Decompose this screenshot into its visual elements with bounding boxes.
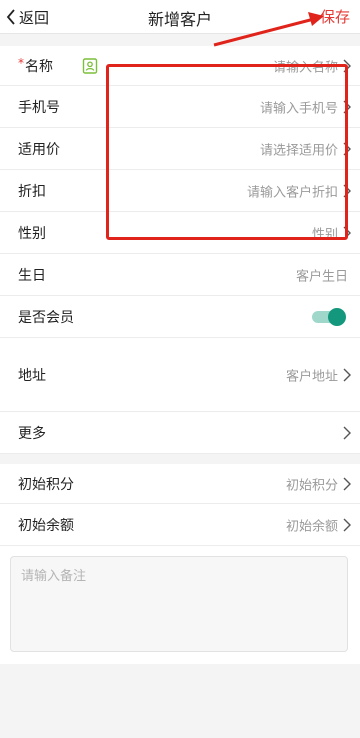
gender-field[interactable]: 性别 性别 (0, 212, 360, 254)
initial-balance-label: 初始余额 (18, 517, 74, 534)
name-label: *名称 (18, 55, 53, 75)
chevron-right-icon (343, 226, 351, 239)
chevron-right-icon (343, 59, 351, 72)
price-select[interactable]: 请选择适用价 (260, 139, 338, 158)
address-label: 地址 (18, 367, 46, 384)
price-field[interactable]: 适用价 请选择适用价 (0, 128, 360, 170)
member-toggle[interactable] (312, 307, 346, 326)
initial-points-label: 初始积分 (18, 476, 74, 493)
name-field[interactable]: *名称 请输入名称 (0, 46, 360, 86)
chevron-right-icon (343, 142, 351, 155)
birthday-field[interactable]: 生日 客户生日 (0, 254, 360, 296)
chevron-right-icon (343, 368, 351, 381)
contact-book-icon[interactable] (82, 57, 98, 74)
chevron-right-icon (343, 477, 351, 490)
phone-input[interactable]: 请输入手机号 (260, 97, 338, 116)
member-label: 是否会员 (18, 309, 74, 326)
remark-textarea[interactable]: 请输入备注 (10, 556, 348, 652)
address-input[interactable]: 客户地址 (286, 365, 338, 384)
phone-field[interactable]: 手机号 请输入手机号 (0, 86, 360, 128)
discount-label: 折扣 (18, 183, 46, 200)
chevron-right-icon (343, 426, 351, 439)
initial-balance-input[interactable]: 初始余额 (286, 515, 338, 534)
more-row[interactable]: 更多 (0, 412, 360, 454)
remark-section: 请输入备注 (0, 546, 360, 664)
initial-balance-field[interactable]: 初始余额 初始余额 (0, 504, 360, 546)
price-label: 适用价 (18, 141, 60, 158)
birthday-label: 生日 (18, 267, 46, 284)
gender-select[interactable]: 性别 (312, 223, 338, 242)
chevron-right-icon (343, 100, 351, 113)
annotation-arrow-icon (213, 12, 324, 47)
initial-points-field[interactable]: 初始积分 初始积分 (0, 464, 360, 504)
address-field[interactable]: 地址 客户地址 (0, 338, 360, 412)
toggle-knob (328, 307, 346, 326)
section-divider (0, 454, 360, 464)
birthday-picker[interactable]: 客户生日 (296, 265, 348, 284)
initial-points-input[interactable]: 初始积分 (286, 474, 338, 493)
discount-field[interactable]: 折扣 请输入客户折扣 (0, 170, 360, 212)
gender-label: 性别 (18, 225, 46, 242)
phone-label: 手机号 (18, 99, 60, 116)
more-label: 更多 (18, 425, 46, 442)
discount-input[interactable]: 请输入客户折扣 (247, 181, 338, 200)
required-mark: * (18, 55, 24, 70)
chevron-right-icon (343, 518, 351, 531)
name-input[interactable]: 请输入名称 (273, 56, 338, 75)
member-field: 是否会员 (0, 296, 360, 338)
chevron-right-icon (343, 184, 351, 197)
